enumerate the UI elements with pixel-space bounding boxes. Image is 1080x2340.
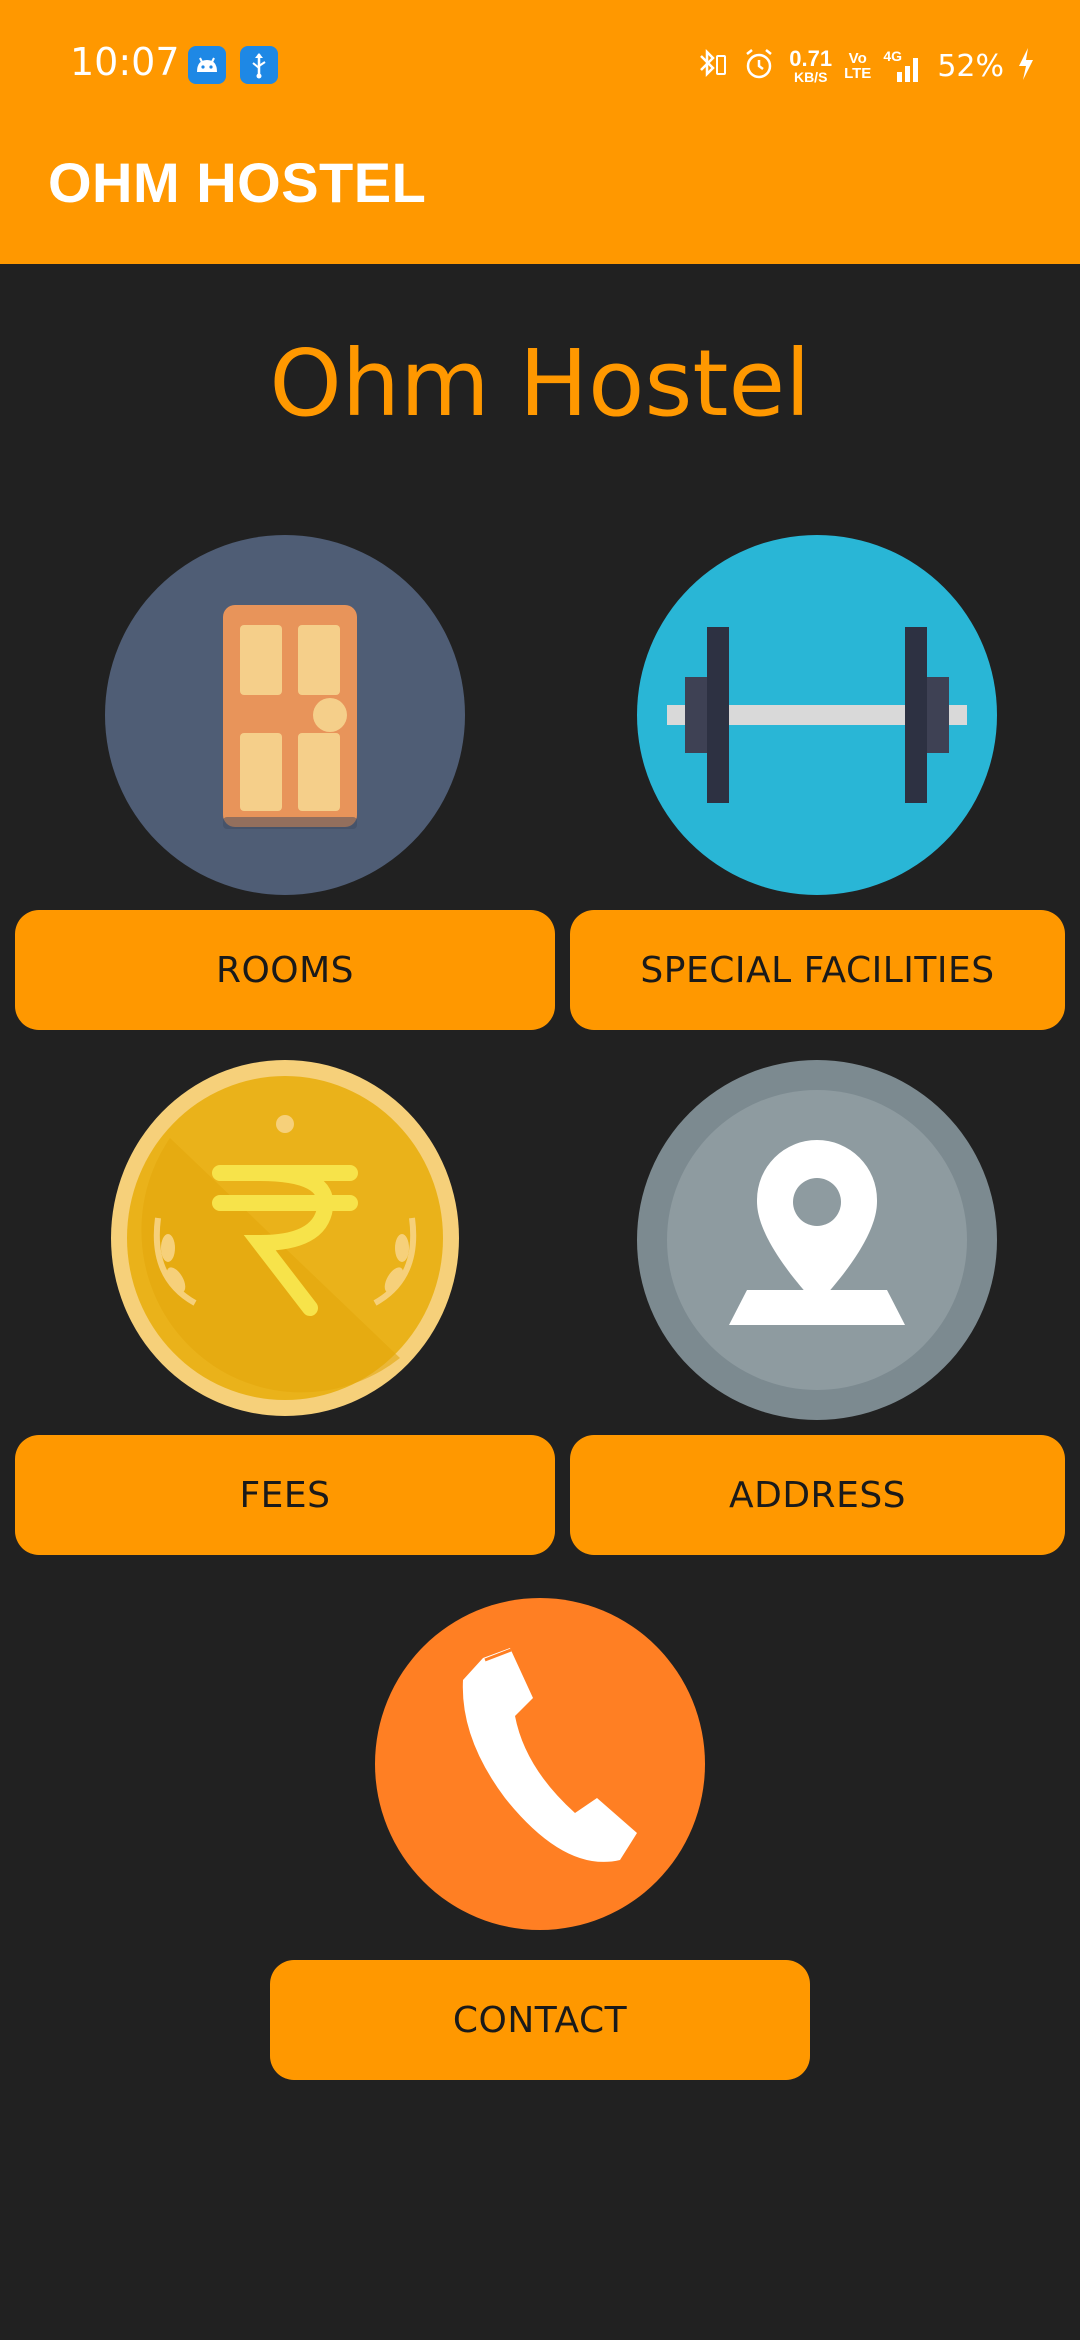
special-facilities-button[interactable]: SPECIAL FACILITIES — [570, 910, 1065, 1030]
rooms-door-icon[interactable] — [105, 535, 465, 895]
network-speed-value: 0.71 — [789, 46, 833, 71]
status-time: 10:07 — [70, 40, 180, 84]
fees-rupee-coin-icon[interactable] — [110, 1058, 460, 1418]
rooms-button[interactable]: ROOMS — [15, 910, 555, 1030]
page-heading: Ohm Hostel — [269, 330, 811, 437]
android-notification-icon — [188, 46, 226, 84]
bluetooth-icon — [693, 46, 729, 87]
volte-top: Vo — [848, 50, 867, 67]
app-bar: 10:07 0.71 KB/S Vo LTE 4G 52% OHM HOSTEL — [0, 0, 1080, 264]
status-indicators: 0.71 KB/S Vo LTE 4G 52% — [693, 42, 1036, 90]
battery-level: 52% — [937, 48, 1004, 84]
usb-notification-icon — [240, 46, 278, 84]
contact-phone-icon[interactable] — [375, 1598, 705, 1930]
cell-signal-icon: 4G — [883, 48, 925, 84]
facilities-dumbbell-icon[interactable] — [637, 535, 997, 895]
status-bar: 10:07 0.71 KB/S Vo LTE 4G 52% — [0, 0, 1080, 130]
fees-button[interactable]: FEES — [15, 1435, 555, 1555]
app-title: OHM HOSTEL — [48, 151, 427, 214]
address-button[interactable]: ADDRESS — [570, 1435, 1065, 1555]
contact-button[interactable]: CONTACT — [270, 1960, 810, 2080]
network-speed: 0.71 KB/S — [789, 46, 833, 85]
network-speed-unit: KB/S — [793, 69, 828, 85]
volte-bottom: LTE — [844, 65, 872, 82]
charging-icon — [1016, 46, 1036, 87]
volte-indicator: Vo LTE — [844, 51, 871, 81]
address-map-pin-icon[interactable] — [637, 1060, 997, 1420]
alarm-icon — [741, 46, 777, 87]
